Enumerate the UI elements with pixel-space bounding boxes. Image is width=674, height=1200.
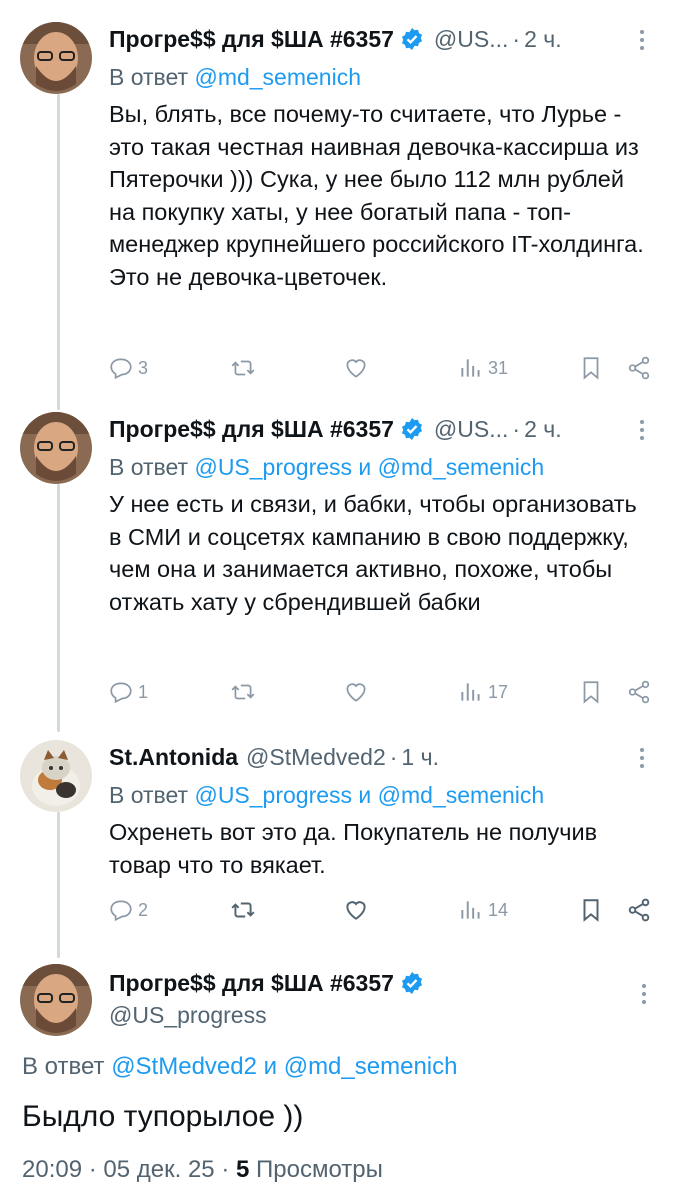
verified-badge-icon bbox=[401, 972, 422, 994]
separator: · bbox=[512, 415, 521, 442]
timestamp[interactable]: 2 ч. bbox=[524, 26, 562, 53]
more-options-icon[interactable] bbox=[632, 744, 652, 772]
reply-icon bbox=[110, 900, 132, 922]
reply-count: 1 bbox=[138, 681, 149, 702]
views-button[interactable]: 31 bbox=[458, 355, 508, 381]
retweet-icon bbox=[231, 902, 255, 918]
like-icon bbox=[346, 683, 366, 702]
post-date[interactable]: 05 дек. 25 bbox=[103, 1156, 214, 1183]
separator: · bbox=[221, 1156, 236, 1183]
author-handle[interactable]: @US... bbox=[434, 416, 508, 443]
post-time[interactable]: 20:09 bbox=[22, 1156, 82, 1183]
views-count: 14 bbox=[488, 899, 509, 920]
share-button[interactable] bbox=[626, 897, 652, 923]
verified-badge-icon bbox=[401, 28, 422, 50]
views-icon bbox=[461, 683, 480, 701]
tweet[interactable]: Прогре$$ для $ША #6357 @US... · 2 ч. В о… bbox=[0, 22, 674, 402]
retweet-icon bbox=[231, 684, 255, 700]
more-options-icon[interactable] bbox=[632, 416, 652, 444]
reply-prefix: В ответ bbox=[109, 454, 189, 480]
reply-button[interactable]: 2 bbox=[108, 897, 148, 923]
bookmark-button[interactable] bbox=[578, 897, 604, 923]
mention-link[interactable]: @StMedved2 и @md_semenich bbox=[111, 1053, 457, 1080]
tweet-text: Охренеть вот это да. Покупатель не получ… bbox=[109, 819, 598, 878]
author-handle[interactable]: @US... bbox=[434, 26, 508, 53]
views-icon bbox=[461, 359, 480, 377]
separator: · bbox=[389, 743, 398, 770]
avatar[interactable] bbox=[20, 22, 92, 94]
tweet-meta: 20:09 · 05 дек. 25 · 5 Просмотры bbox=[22, 1156, 383, 1184]
reply-prefix: В ответ bbox=[22, 1053, 105, 1080]
views-count: 17 bbox=[488, 681, 509, 702]
author-name[interactable]: St.Antonida bbox=[109, 744, 238, 771]
timestamp[interactable]: 2 ч. bbox=[524, 416, 562, 443]
timestamp[interactable]: 1 ч. bbox=[401, 744, 439, 771]
author-name[interactable]: Прогре$$ для $ША #6357 bbox=[109, 26, 394, 53]
more-options-icon[interactable] bbox=[634, 980, 654, 1008]
like-button[interactable] bbox=[343, 679, 369, 705]
reply-count: 3 bbox=[138, 357, 149, 378]
bookmark-icon bbox=[583, 899, 599, 922]
like-button[interactable] bbox=[343, 355, 369, 381]
reply-button[interactable]: 1 bbox=[108, 679, 148, 705]
like-button[interactable] bbox=[343, 897, 369, 923]
views-icon bbox=[461, 901, 480, 919]
action-bar: 3 31 bbox=[0, 355, 674, 385]
retweet-button[interactable] bbox=[230, 355, 256, 381]
like-icon bbox=[346, 359, 366, 378]
mention-link[interactable]: @US_progress и @md_semenich bbox=[194, 782, 544, 808]
reply-context: В ответ @StMedved2 и @md_semenich bbox=[22, 1052, 457, 1082]
reply-button[interactable]: 3 bbox=[108, 355, 148, 381]
mention-link[interactable]: @md_semenich bbox=[194, 64, 361, 90]
bookmark-button[interactable] bbox=[578, 679, 604, 705]
reply-context: В ответ @md_semenich bbox=[109, 62, 652, 92]
retweet-icon bbox=[231, 360, 255, 376]
reply-count: 2 bbox=[138, 899, 149, 920]
separator: · bbox=[512, 25, 521, 52]
avatar[interactable] bbox=[20, 964, 92, 1036]
views-count: 5 bbox=[236, 1156, 250, 1183]
tweet-text: Вы, блять, все почему-то считаете, что Л… bbox=[109, 101, 644, 290]
views-count: 31 bbox=[488, 357, 509, 378]
author-name[interactable]: Прогре$$ для $ША #6357 bbox=[109, 970, 394, 997]
action-bar: 2 14 bbox=[0, 897, 674, 927]
action-bar: 1 17 bbox=[0, 679, 674, 709]
reply-context: В ответ @US_progress и @md_semenich bbox=[109, 452, 652, 482]
like-icon bbox=[346, 901, 366, 920]
share-icon bbox=[628, 356, 650, 380]
views-label: Просмотры bbox=[256, 1156, 383, 1183]
reply-icon bbox=[110, 358, 132, 380]
retweet-button[interactable] bbox=[230, 897, 256, 923]
avatar[interactable] bbox=[20, 412, 92, 484]
tweet[interactable]: Прогре$$ для $ША #6357 @US... · 2 ч. В о… bbox=[0, 412, 674, 732]
tweet[interactable]: St.Antonida @StMedved2 · 1 ч. В ответ @U… bbox=[0, 740, 674, 950]
share-button[interactable] bbox=[626, 355, 652, 381]
share-icon bbox=[628, 680, 650, 704]
verified-badge-icon bbox=[401, 418, 422, 440]
author-name[interactable]: Прогре$$ для $ША #6357 bbox=[109, 416, 394, 443]
views-button[interactable]: 14 bbox=[458, 897, 508, 923]
reply-icon bbox=[110, 682, 132, 704]
share-icon bbox=[628, 898, 650, 922]
views-button[interactable]: 17 bbox=[458, 679, 508, 705]
bookmark-icon bbox=[583, 681, 599, 704]
reply-prefix: В ответ bbox=[109, 782, 189, 808]
share-button[interactable] bbox=[626, 679, 652, 705]
author-handle[interactable]: @US_progress bbox=[109, 1002, 430, 1029]
tweet-text: У нее есть и связи, и бабки, чтобы орган… bbox=[109, 491, 637, 615]
separator: · bbox=[88, 1156, 104, 1183]
author-handle[interactable]: @StMedved2 bbox=[246, 744, 386, 771]
reply-prefix: В ответ bbox=[109, 64, 189, 90]
retweet-button[interactable] bbox=[230, 679, 256, 705]
reply-context: В ответ @US_progress и @md_semenich bbox=[109, 780, 652, 810]
tweet-text: Быдло тупорылое )) bbox=[22, 1100, 304, 1133]
bookmark-button[interactable] bbox=[578, 355, 604, 381]
avatar[interactable] bbox=[20, 740, 92, 812]
main-tweet: Прогре$$ для $ША #6357 @US_progress В от… bbox=[0, 960, 674, 1200]
mention-link[interactable]: @US_progress и @md_semenich bbox=[194, 454, 544, 480]
bookmark-icon bbox=[583, 357, 599, 380]
more-options-icon[interactable] bbox=[632, 26, 652, 54]
